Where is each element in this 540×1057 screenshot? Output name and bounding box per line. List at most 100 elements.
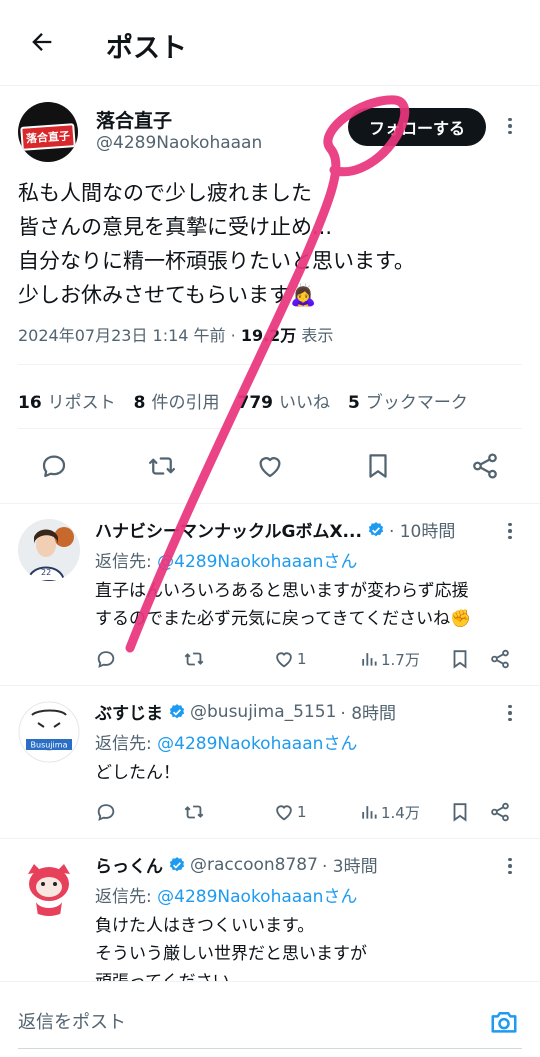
reply-input[interactable]: 返信をポスト — [18, 1008, 126, 1034]
post-line: 私も人間なので少し疲れました — [18, 181, 312, 205]
heart-icon — [276, 805, 292, 821]
avatar[interactable]: Busujima — [18, 701, 80, 763]
verified-badge-icon — [368, 521, 384, 536]
bookmark-button[interactable] — [449, 797, 471, 827]
follow-button[interactable]: フォローする — [348, 108, 486, 146]
reply-button[interactable] — [95, 797, 117, 827]
divider — [18, 428, 522, 429]
reply-item[interactable]: Busujima ぶすじま @busujima_5151 · 8時間 返信先: … — [0, 685, 540, 838]
verified-badge-icon — [169, 856, 185, 871]
reply-item[interactable]: らっくん @raccoon8787 · 3時間 返信先: @4289Naokoh… — [0, 838, 540, 981]
repost-icon — [184, 652, 204, 666]
post-line: 皆さんの意見を真摯に受け止め... — [18, 215, 333, 239]
avatar-logo-text: 落合直子 — [20, 123, 76, 151]
reply-actions: 1 1.4万 — [95, 797, 525, 827]
like-button[interactable]: 1 — [273, 797, 307, 827]
repost-icon — [149, 457, 175, 475]
verified-badge-icon — [169, 703, 185, 718]
share-icon — [473, 453, 497, 479]
bookmark-button[interactable] — [360, 448, 396, 484]
reply-icon — [97, 651, 115, 668]
views-button[interactable]: 1.7万 — [359, 644, 420, 674]
repost-button[interactable] — [183, 644, 205, 674]
reply-to: 返信先: @4289Naokohaaanさん — [95, 734, 358, 754]
reply-actions: 1 1.7万 — [95, 644, 525, 674]
reply-button[interactable] — [95, 644, 117, 674]
reply-compose-bar: 返信をポスト — [0, 981, 540, 1057]
avatar[interactable]: 22 — [18, 519, 80, 581]
post-stats: 16 リポスト 8 件の引用 779 いいね 5 ブックマーク — [18, 388, 468, 413]
reply-time: · 8時間 — [340, 704, 397, 724]
bookmark-icon — [369, 454, 387, 478]
reply-text: 直子はんいろいろあると思いますが変わらず応援 するのでまた必ず元気に戻ってきてく… — [95, 581, 472, 629]
repost-button[interactable] — [183, 797, 205, 827]
post-actions — [0, 448, 540, 488]
views-count: 1.7万 — [381, 650, 420, 669]
more-options-icon[interactable] — [500, 854, 520, 878]
reply-header: ハナビシーマンナックルGボムX... · 10時間 — [95, 517, 455, 542]
reply-author-handle[interactable]: @busujima_5151 — [190, 702, 336, 722]
back-button[interactable] — [24, 24, 60, 60]
post-text: 私も人間なので少し疲れました 皆さんの意見を真摯に受け止め... 自分なりに精一… — [18, 176, 518, 312]
post-timestamp[interactable]: 2024年07月23日 1:14 午前 — [18, 326, 226, 345]
repost-icon — [184, 805, 204, 819]
top-bar: ポスト — [0, 0, 540, 86]
share-icon — [491, 649, 509, 669]
more-options-icon[interactable] — [500, 701, 520, 725]
share-icon — [491, 802, 509, 822]
stat-quotes[interactable]: 8 件の引用 — [134, 388, 220, 413]
views-count: 19.2万 — [240, 326, 297, 345]
views-button[interactable]: 1.4万 — [359, 797, 420, 827]
share-button[interactable] — [489, 797, 511, 827]
meta-dot: · — [230, 326, 236, 345]
like-button[interactable]: 1 — [273, 644, 307, 674]
post-meta: 2024年07月23日 1:14 午前 · 19.2万 表示 — [18, 322, 333, 346]
author-name[interactable]: 落合直子 — [96, 106, 172, 133]
reply-author-name[interactable]: ハナビシーマンナックルGボムX... — [95, 517, 362, 542]
share-button[interactable] — [489, 644, 511, 674]
bookmark-button[interactable] — [449, 644, 471, 674]
reply-header: らっくん @raccoon8787 · 3時間 — [95, 852, 378, 878]
reply-time: · 3時間 — [321, 857, 378, 877]
reply-to: 返信先: @4289Naokohaaanさん — [95, 552, 358, 572]
author-handle[interactable]: @4289Naokohaaan — [96, 133, 262, 153]
camera-icon — [491, 1012, 517, 1033]
views-chart-icon — [362, 806, 377, 819]
stat-bookmarks[interactable]: 5 ブックマーク — [348, 388, 468, 413]
reply-to: 返信先: @4289Naokohaaanさん — [95, 887, 358, 907]
reply-author-name[interactable]: らっくん — [95, 852, 163, 877]
divider — [18, 364, 522, 365]
reply-to-link[interactable]: @4289Naokohaaanさん — [157, 552, 357, 572]
stat-reposts[interactable]: 16 リポスト — [18, 388, 116, 413]
reply-header: ぶすじま @busujima_5151 · 8時間 — [95, 699, 397, 725]
bookmark-icon — [453, 650, 467, 669]
back-arrow-icon — [32, 33, 52, 51]
like-button[interactable] — [252, 448, 288, 484]
like-count: 1 — [297, 650, 307, 668]
reply-to-link[interactable]: @4289Naokohaaanさん — [157, 734, 357, 754]
reply-item[interactable]: 22 ハナビシーマンナックルGボムX... · 10時間 返信先: @4289N… — [0, 503, 540, 685]
like-count: 1 — [297, 803, 307, 821]
share-button[interactable] — [467, 448, 503, 484]
stat-likes[interactable]: 779 いいね — [238, 388, 331, 413]
reply-author-handle[interactable]: @raccoon8787 — [190, 855, 318, 875]
more-options-icon[interactable] — [500, 519, 520, 543]
page-title: ポスト — [106, 33, 187, 64]
reply-text: どしたん！ — [95, 763, 180, 783]
reply-to-link[interactable]: @4289Naokohaaanさん — [157, 887, 357, 907]
reply-author-name[interactable]: ぶすじま — [95, 699, 163, 724]
reply-text: 負けた人はきつくいいます。 そういう厳しい世界だと思いますが 頑張ってください — [95, 916, 367, 981]
repost-button[interactable] — [144, 448, 180, 484]
more-options-icon[interactable] — [500, 114, 520, 138]
post-line: 自分なりに精一杯頑張りたいと思います。 — [18, 249, 415, 273]
views-chart-icon — [362, 653, 377, 666]
avatar-logo-text: Busujima — [31, 741, 68, 750]
camera-button[interactable] — [486, 1004, 522, 1040]
heart-icon — [276, 652, 292, 668]
reply-button[interactable] — [36, 448, 72, 484]
avatar[interactable]: 落合直子 — [18, 102, 78, 162]
bookmark-icon — [453, 803, 467, 822]
input-underline — [18, 1048, 522, 1049]
avatar[interactable] — [18, 854, 80, 916]
post-line: 少しお休みさせてもらいます🙇‍♀️ — [18, 283, 317, 307]
